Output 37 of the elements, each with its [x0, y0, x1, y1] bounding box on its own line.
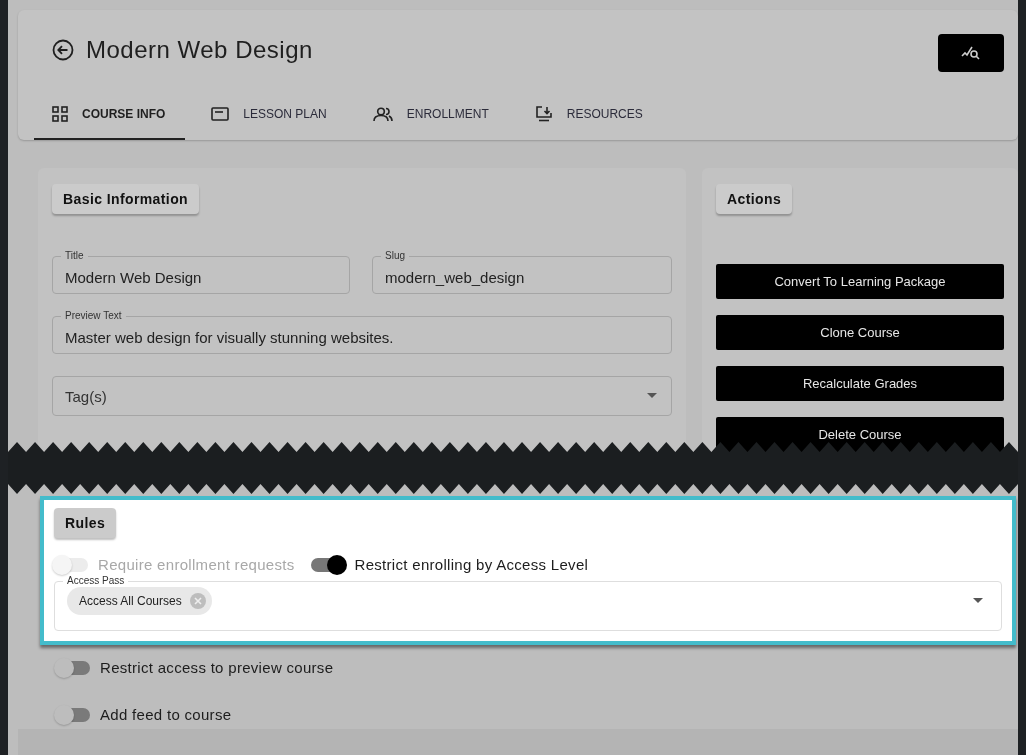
tags-select[interactable]: Tag(s)	[52, 376, 672, 416]
toggle-label: Restrict enrolling by Access Level	[354, 556, 589, 573]
section-heading: Actions	[716, 184, 793, 214]
field-label: Preview Text	[64, 310, 123, 322]
field-label: Title	[64, 250, 85, 262]
remove-icon[interactable]	[189, 593, 206, 609]
toggle-switch[interactable]	[56, 660, 90, 675]
users-icon	[372, 106, 393, 122]
toggle-label: Restrict access to preview course	[100, 659, 334, 676]
section-heading: Rules	[54, 508, 117, 538]
tab[interactable]: COURSE INFO	[34, 90, 186, 140]
text-field[interactable]: Title Modern Web Design	[52, 250, 350, 294]
access-pass-select[interactable]: Access Pass Access All Courses	[54, 575, 1002, 631]
dropdown-caret-icon	[647, 393, 657, 399]
text-field[interactable]: Slug modern_web_design	[372, 250, 672, 294]
section-heading: Basic Information	[52, 184, 200, 214]
toggle-switch[interactable]	[56, 707, 90, 722]
access-chip[interactable]: Access All Courses	[67, 587, 212, 615]
toggle-label: Require enrollment requests	[98, 556, 295, 573]
field-label: Access Pass	[66, 575, 126, 587]
dropdown-caret-icon	[973, 598, 983, 604]
toggle-switch[interactable]	[310, 557, 345, 572]
action-button[interactable]: Convert To Learning Package	[716, 264, 1004, 299]
action-button[interactable]: Clone Course	[716, 315, 1004, 350]
analytics-button[interactable]	[938, 34, 1004, 72]
text-field[interactable]: Preview Text Master web design for visually stunning websites.	[52, 310, 672, 354]
grid-icon	[52, 106, 68, 122]
action-button[interactable]: Recalculate Grades	[716, 366, 1004, 401]
field-label: Slug	[384, 250, 406, 262]
page-title: Modern Web Design	[86, 36, 313, 64]
tab[interactable]: LESSON PLAN	[193, 90, 347, 140]
chart-search-icon	[961, 45, 981, 61]
download-screen-icon	[534, 106, 553, 122]
tab[interactable]: ENROLLMENT	[354, 90, 509, 140]
tab[interactable]: RESOURCES	[516, 90, 663, 140]
toggle-label: Add feed to course	[100, 706, 232, 723]
window-icon	[211, 107, 230, 121]
